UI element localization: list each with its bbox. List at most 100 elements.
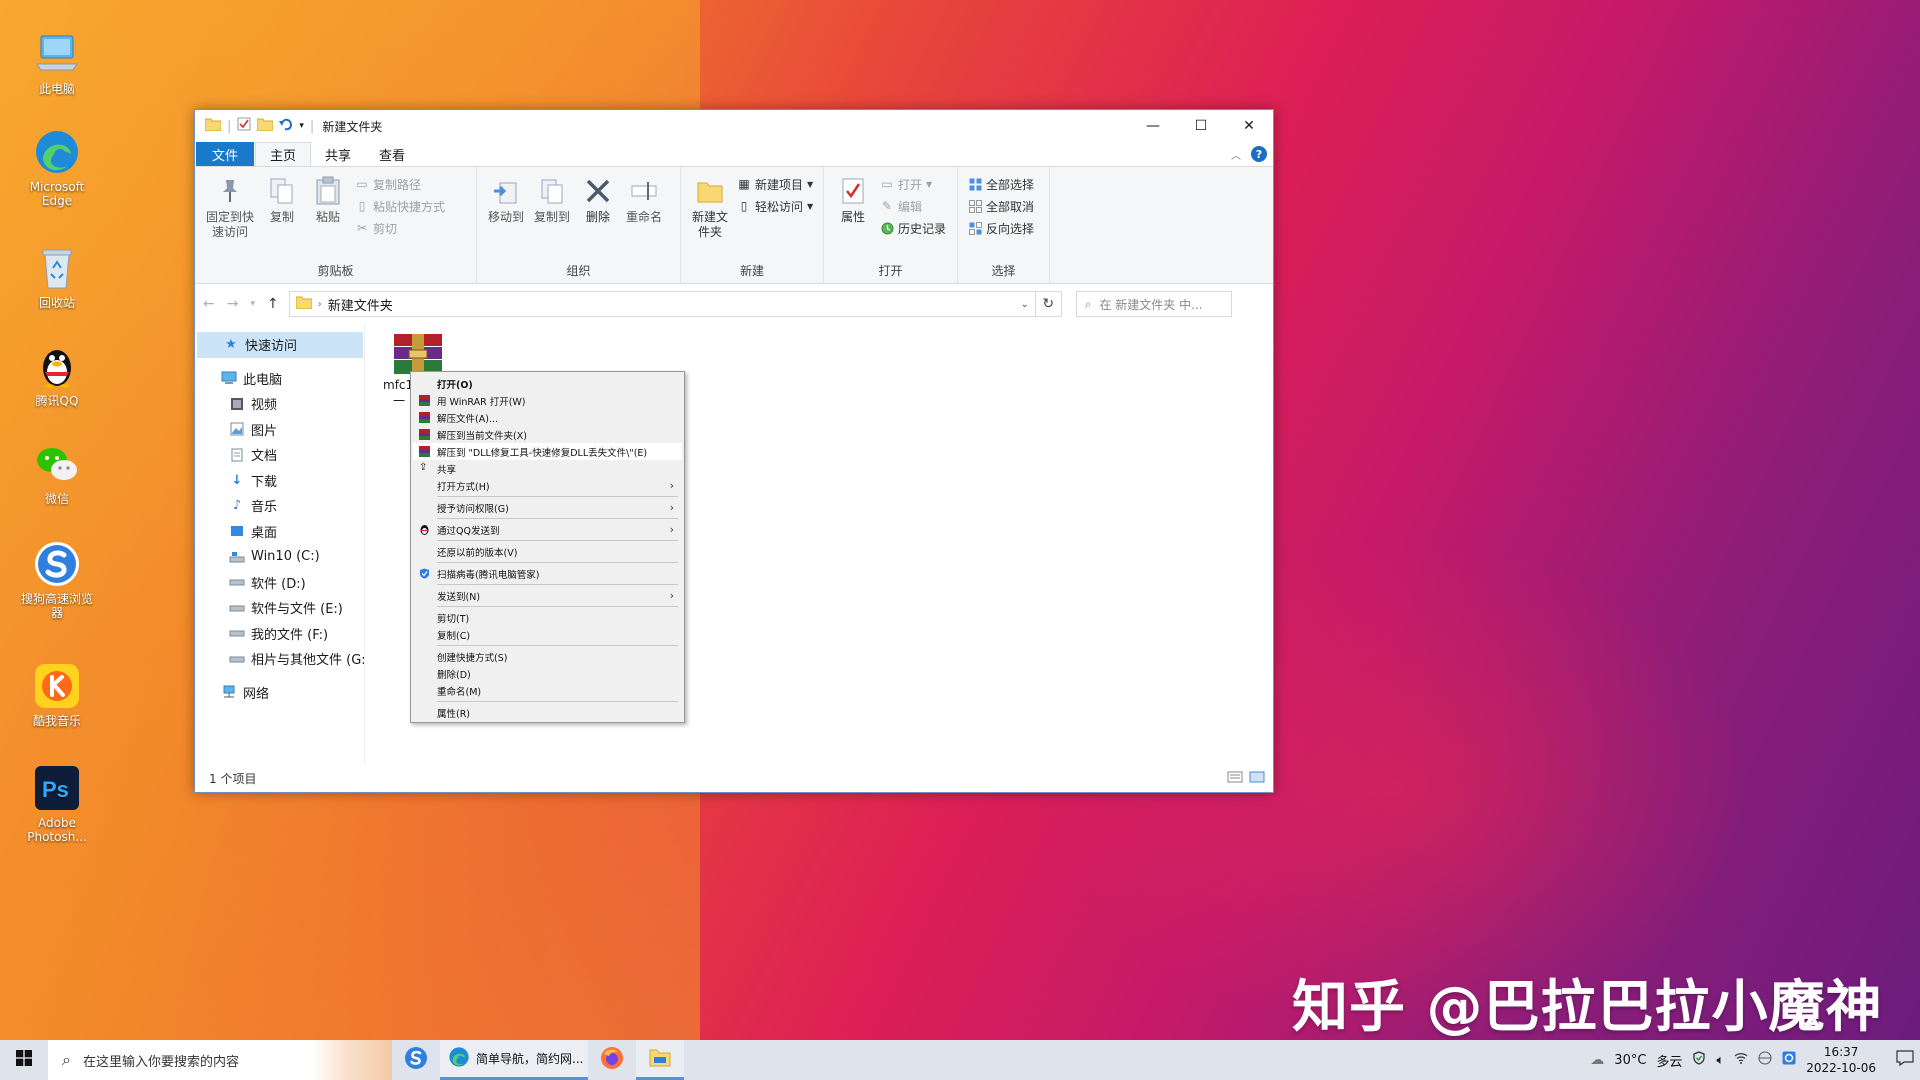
history-button[interactable]: 历史记录 [880, 219, 946, 237]
desktop-icon-photoshop[interactable]: Ps Adobe Photosh... [16, 764, 98, 844]
menu-label: 解压到当前文件夹(X) [437, 430, 527, 442]
edit-button[interactable]: ✎ 编辑 [880, 197, 946, 215]
new-folder-icon[interactable] [256, 117, 274, 135]
notification-center-icon[interactable] [1896, 1050, 1914, 1070]
customize-toolbar-icon[interactable]: ▾ [299, 121, 304, 131]
nav-item-drive-g[interactable]: 相片与其他文件 (G: [195, 646, 364, 672]
properties-check-icon[interactable] [237, 117, 251, 135]
desktop-icon-kuwo[interactable]: 酷我音乐 [16, 662, 98, 728]
maximize-button[interactable]: ☐ [1177, 110, 1225, 142]
nav-item-this-pc[interactable]: 此电脑 [195, 366, 364, 392]
menu-item-extract-files[interactable]: 解压文件(A)... [413, 409, 682, 426]
menu-item-restore-versions[interactable]: 还原以前的版本(V) [413, 543, 682, 560]
cut-button[interactable]: ✂ 剪切 [355, 219, 445, 237]
menu-item-delete[interactable]: 删除(D) [413, 665, 682, 682]
nav-item-drive-f[interactable]: 我的文件 (F:) [195, 621, 364, 647]
select-none-button[interactable]: 全部取消 [968, 197, 1034, 215]
menu-item-open-with[interactable]: 打开方式(H) › [413, 477, 682, 494]
menu-item-create-shortcut[interactable]: 创建快捷方式(S) [413, 648, 682, 665]
nav-item-drive-d[interactable]: 软件 (D:) [195, 570, 364, 596]
desktop-icon-sogou[interactable]: 搜狗高速浏览器 [16, 540, 98, 620]
up-arrow-icon[interactable]: ↑ [267, 296, 279, 312]
ribbon-group-clipboard: 固定到快速访问 复制 粘贴 ▭ 复制路径 ▯ 粘贴快捷方式 ✂ 剪切 剪贴板 [195, 167, 477, 283]
menu-item-extract-here[interactable]: 解压到当前文件夹(X) [413, 426, 682, 443]
tab-share[interactable]: 共享 [311, 142, 365, 166]
weather-cloud-icon[interactable]: ☁ [1590, 1052, 1604, 1068]
close-button[interactable]: ✕ [1225, 110, 1273, 142]
menu-item-rename[interactable]: 重命名(M) [413, 682, 682, 699]
undo-icon[interactable] [279, 117, 293, 135]
menu-item-share[interactable]: ⇪ 共享 [413, 460, 682, 477]
desktop-icon-qq[interactable]: 腾讯QQ [16, 342, 98, 408]
menu-item-send-to[interactable]: 发送到(N) › [413, 587, 682, 604]
title-bar[interactable]: | ▾ | 新建文件夹 — ☐ ✕ [195, 110, 1273, 142]
nav-item-documents[interactable]: 文档 [195, 442, 364, 468]
new-item-button[interactable]: ▦ 新建项目 ▼ [737, 175, 813, 193]
paste-shortcut-button[interactable]: ▯ 粘贴快捷方式 [355, 197, 445, 215]
address-bar[interactable]: › 新建文件夹 ⌄ [288, 291, 1036, 317]
security-shield-icon[interactable] [1692, 1051, 1706, 1069]
file-explorer-window[interactable]: | ▾ | 新建文件夹 — ☐ ✕ 文件 主页 共享 查看 ︿ ? 固定到快速访… [194, 109, 1274, 793]
qq-tray-icon[interactable] [1782, 1051, 1796, 1069]
desktop-icon-wechat[interactable]: 微信 [16, 440, 98, 506]
tab-file[interactable]: 文件 [196, 142, 254, 166]
back-arrow-icon[interactable]: ← [203, 296, 215, 312]
menu-item-grant-access[interactable]: 授予访问权限(G) › [413, 499, 682, 516]
search-box[interactable]: ⌕ 在 新建文件夹 中... [1075, 291, 1232, 317]
nav-label: 图片 [251, 423, 278, 439]
volume-icon[interactable]: 🔈︎ [1716, 1053, 1724, 1068]
video-icon [229, 396, 245, 412]
easy-access-button[interactable]: ▯ 轻松访问 ▼ [737, 197, 813, 215]
minimize-button[interactable]: — [1129, 110, 1177, 142]
desktop-icon-label: Microsoft Edge [29, 180, 85, 208]
address-dropdown-icon[interactable]: ⌄ [1015, 299, 1035, 310]
refresh-button[interactable]: ↻ [1035, 291, 1062, 317]
nav-item-videos[interactable]: 视频 [195, 391, 364, 417]
nav-label: 网络 [243, 686, 270, 702]
nav-item-network[interactable]: 网络 [195, 680, 364, 706]
menu-item-cut[interactable]: 剪切(T) [413, 609, 682, 626]
menu-item-open-with-winrar[interactable]: 用 WinRAR 打开(W) [413, 392, 682, 409]
desktop-icon-this-pc[interactable]: 此电脑 [16, 30, 98, 96]
menu-item-extract-to-folder[interactable]: 解压到 "DLL修复工具-快速修复DLL丢失文件\"(E) [413, 443, 682, 460]
select-all-button[interactable]: 全部选择 [968, 175, 1034, 193]
taskbar-app-firefox[interactable] [588, 1040, 636, 1080]
nav-item-downloads[interactable]: ↓ 下载 [195, 468, 364, 494]
tab-view[interactable]: 查看 [365, 142, 419, 166]
nav-item-drive-e[interactable]: 软件与文件 (E:) [195, 595, 364, 621]
open-button[interactable]: ▭ 打开 ▼ [880, 175, 946, 193]
taskbar-search-box[interactable]: ⌕ 在这里输入你要搜索的内容 [48, 1040, 392, 1080]
menu-item-copy[interactable]: 复制(C) [413, 626, 682, 643]
weather-temperature[interactable]: 30°C [1614, 1053, 1646, 1068]
desktop-icon-edge[interactable]: Microsoft Edge [16, 128, 98, 208]
nav-item-desktop[interactable]: 桌面 [195, 519, 364, 545]
recent-locations-icon[interactable]: ▾ [250, 299, 255, 309]
start-button[interactable] [0, 1040, 48, 1080]
help-icon[interactable]: ? [1251, 146, 1267, 162]
input-method-icon[interactable] [1758, 1051, 1772, 1069]
menu-item-open[interactable]: 打开(O) [413, 375, 682, 392]
collapse-ribbon-icon[interactable]: ︿ [1231, 147, 1241, 162]
menu-item-scan-virus[interactable]: 扫描病毒(腾讯电脑管家) [413, 565, 682, 582]
weather-description[interactable]: 多云 [1656, 1051, 1682, 1070]
nav-item-quick-access[interactable]: ★ 快速访问 [197, 332, 363, 358]
copy-path-button[interactable]: ▭ 复制路径 [355, 175, 445, 193]
tab-home[interactable]: 主页 [255, 142, 312, 166]
taskbar-app-edge[interactable]: 简单导航，简约网... [440, 1040, 588, 1080]
details-view-icon[interactable] [1227, 771, 1243, 786]
taskbar-app-file-explorer[interactable] [636, 1040, 684, 1080]
breadcrumb-current[interactable]: 新建文件夹 [328, 295, 393, 314]
group-label-open: 打开 [878, 264, 903, 278]
nav-item-pictures[interactable]: 图片 [195, 417, 364, 443]
forward-arrow-icon[interactable]: → [227, 296, 239, 312]
taskbar-app-sogou[interactable] [392, 1040, 440, 1080]
menu-item-send-via-qq[interactable]: 通过QQ发送到 › [413, 521, 682, 538]
clock[interactable]: 16:37 2022-10-06 [1806, 1044, 1876, 1076]
menu-item-properties[interactable]: 属性(R) [413, 704, 682, 721]
invert-selection-button[interactable]: 反向选择 [968, 219, 1034, 237]
nav-item-music[interactable]: ♪ 音乐 [195, 493, 364, 519]
large-icons-view-icon[interactable] [1249, 771, 1265, 786]
nav-item-drive-c[interactable]: Win10 (C:) [195, 544, 364, 570]
desktop-icon-recycle-bin[interactable]: 回收站 [16, 244, 98, 310]
wifi-icon[interactable] [1734, 1052, 1748, 1068]
